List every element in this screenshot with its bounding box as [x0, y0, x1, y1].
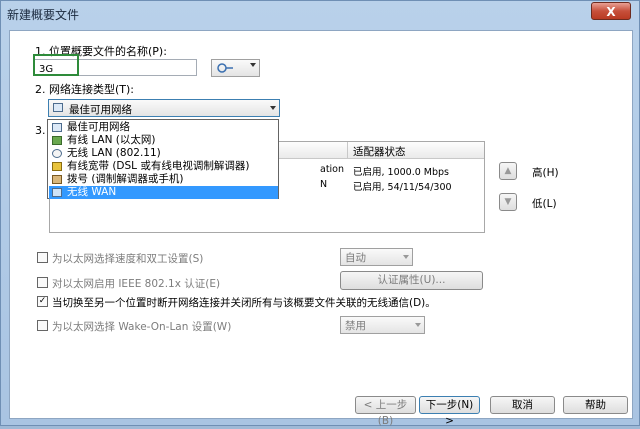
priority-low-label: 低(L) [532, 198, 557, 210]
checkmark-icon: ✓ [38, 296, 47, 306]
adapter-step-label: 3. [35, 124, 46, 137]
profile-name-highlight [33, 54, 79, 76]
dropdown-option-selected[interactable]: 无线 WAN [49, 186, 278, 199]
option-label: 有线宽带 (DSL 或有线电视调制解调器) [67, 160, 250, 172]
speed-duplex-select[interactable]: 自动 [340, 248, 413, 266]
connection-type-label: 2. 网络连接类型(T): [35, 83, 134, 96]
speed-duplex-checkbox[interactable] [37, 252, 48, 263]
wol-label: 为以太网选择 Wake-On-Lan 设置(W) [52, 321, 232, 333]
arrow-up-icon: ▲ [504, 166, 512, 176]
profile-icon-picker[interactable] [211, 59, 260, 77]
auth-properties-button[interactable]: 认证属性(U)... [340, 271, 483, 290]
option-label: 拨号 (调制解调器或手机) [67, 173, 184, 185]
dropdown-option[interactable]: 最佳可用网络 [49, 121, 278, 134]
back-button[interactable]: < 上一步(B) [355, 396, 416, 427]
best-network-icon [53, 103, 63, 112]
move-down-button[interactable]: ▼ [499, 193, 517, 211]
chevron-down-icon [415, 323, 421, 327]
disconnect-label: 当切换至另一个位置时断开网络连接并关闭所有与该概要文件关联的无线通信(D)。 [52, 297, 436, 309]
adapter-name-cell: N [320, 179, 328, 190]
close-button[interactable]: X [591, 2, 631, 20]
dropdown-option[interactable]: 有线 LAN (以太网) [49, 134, 278, 147]
priority-high-label: 高(H) [532, 167, 559, 179]
option-label: 无线 LAN (802.11) [67, 147, 161, 159]
adapter-status-cell: 已启用, 54/11/54/300 [353, 182, 452, 193]
arrow-down-icon: ▼ [504, 197, 512, 207]
dialup-icon [52, 175, 62, 184]
option-label: 最佳可用网络 [67, 121, 130, 133]
speed-duplex-value: 自动 [345, 252, 366, 264]
title-bar[interactable]: 新建概要文件 X [1, 1, 639, 25]
ieee8021x-label: 对以太网启用 IEEE 802.1x 认证(E) [52, 278, 221, 290]
wired-lan-icon [52, 136, 62, 145]
dropdown-option[interactable]: 有线宽带 (DSL 或有线电视调制解调器) [49, 160, 278, 173]
option-label: 无线 WAN [67, 186, 117, 198]
ieee8021x-checkbox[interactable] [37, 277, 48, 288]
adapter-status-header: 适配器状态 [353, 146, 406, 158]
network-icon [217, 63, 233, 73]
wireless-lan-icon [52, 149, 62, 158]
connection-type-value: 最佳可用网络 [69, 104, 132, 116]
dialog-window: 新建概要文件 X 1. 位置概要文件的名称(P): 3G 2. 网络连接类型(T… [0, 0, 640, 427]
dropdown-option[interactable]: 拨号 (调制解调器或手机) [49, 173, 278, 186]
cancel-button[interactable]: 取消 [490, 396, 555, 414]
chevron-down-icon [250, 63, 256, 67]
disconnect-checkbox[interactable]: ✓ [37, 296, 48, 307]
option-label: 有线 LAN (以太网) [67, 134, 156, 146]
wol-select[interactable]: 禁用 [340, 316, 425, 334]
window-title: 新建概要文件 [7, 8, 80, 22]
column-divider [347, 142, 348, 158]
adapter-status-cell: 已启用, 1000.0 Mbps [353, 167, 450, 178]
wol-checkbox[interactable] [37, 320, 48, 331]
wireless-wan-icon [52, 188, 62, 197]
wol-value: 禁用 [345, 320, 366, 332]
adapter-name-cell: ation [320, 164, 345, 175]
dropdown-option[interactable]: 无线 LAN (802.11) [49, 147, 278, 160]
chevron-down-icon [403, 255, 409, 259]
help-button[interactable]: 帮助 [563, 396, 628, 414]
move-up-button[interactable]: ▲ [499, 162, 517, 180]
broadband-icon [52, 162, 62, 171]
speed-duplex-label: 为以太网选择速度和双工设置(S) [52, 253, 204, 265]
connection-type-select[interactable]: 最佳可用网络 [48, 99, 280, 117]
chevron-down-icon [270, 106, 276, 110]
next-button[interactable]: 下一步(N) > [419, 396, 480, 427]
connection-type-dropdown[interactable]: 最佳可用网络 有线 LAN (以太网) 无线 LAN (802.11) 有线宽带… [47, 119, 279, 199]
best-network-icon [52, 123, 62, 132]
dialog-body: 1. 位置概要文件的名称(P): 3G 2. 网络连接类型(T): 最佳可用网络… [9, 30, 633, 427]
